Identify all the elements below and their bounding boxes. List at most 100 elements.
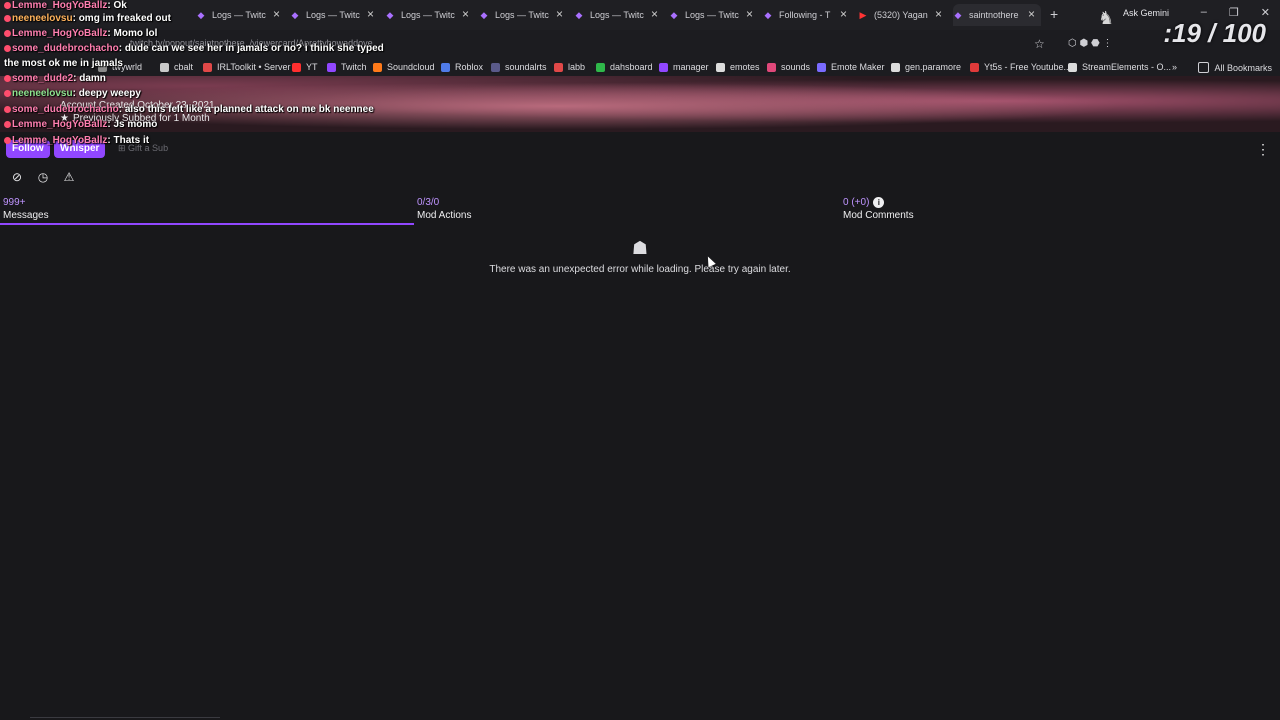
tab-mod-actions[interactable]: 0/3/0 Mod Actions [417,197,471,221]
tab-1[interactable]: ◆ Logs — Twitc × [290,4,380,26]
bookmark-item[interactable]: IRLToolkit • Server [203,62,291,72]
chat-text: Thats it [113,135,150,146]
twitch-icon: ◆ [764,10,772,20]
messages-label: Messages [3,210,49,221]
bookmark-item[interactable]: labb [554,62,585,72]
bookmark-star-icon[interactable]: ☆ [1034,37,1045,51]
tab-close-icon[interactable]: × [462,7,469,21]
chat-username: Lemme_HogYoBallz [12,28,108,39]
tab-label: Logs — Twitc [685,10,739,20]
tab-close-icon[interactable]: × [935,7,942,21]
tab-2[interactable]: ◆ Logs — Twitc × [385,4,475,26]
bookmark-item[interactable]: gen.paramore [891,62,961,72]
bookmark-label: dahsboard [610,62,653,72]
chat-message: Lemme_HogYoBallz: Js momo [4,119,157,130]
ask-gemini-button[interactable]: Ask Gemini [1123,8,1169,18]
error-message: There was an unexpected error while load… [489,264,791,275]
chat-text: dude can we see her in jamals or no? i t… [124,43,384,54]
new-tab-button[interactable]: + [1050,6,1058,22]
bookmark-favicon-icon [441,62,450,72]
bookmark-favicon-icon [160,62,169,72]
tab-messages[interactable]: 999+ Messages [3,197,49,221]
tab-close-icon[interactable]: × [651,7,658,21]
bookmark-item[interactable]: dahsboard [596,62,653,72]
bookmark-item[interactable]: Yt5s - Free Youtube... [970,62,1071,72]
chat-message: some_dudebrochacho: dude can we see her … [4,43,384,54]
twitch-icon: ◆ [575,10,583,20]
twitch-icon: ◆ [386,10,394,20]
tab-3[interactable]: ◆ Logs — Twitc × [479,4,569,26]
more-bookmarks-chevron-icon[interactable]: » [1172,62,1177,72]
tab-6[interactable]: ◆ Following - T × [763,4,853,26]
tab-7[interactable]: ▶ (5320) Yagan × [858,4,948,26]
bookmark-item[interactable]: emotes [716,62,760,72]
info-icon[interactable]: i [873,197,885,208]
bookmark-item[interactable]: sounds [767,62,810,72]
bookmark-label: Emote Maker [831,62,885,72]
bookmark-item[interactable]: cbalt [160,62,193,72]
browser-tab-strip: ◆ Logs — Twitc × ◆ Logs — Twitc × ◆ Logs — Twit… [0,0,1280,30]
extensions-icon[interactable]: ⬡ ⬢ ⬣ ⋮ [1068,38,1113,49]
tab-0[interactable]: ◆ Logs — Twitc × [196,4,286,26]
chat-text: Ok [113,0,127,11]
warning-icon[interactable]: ⚠ [62,170,76,184]
tab-5[interactable]: ◆ Logs — Twitc × [669,4,759,26]
tab-label: Logs — Twitc [495,10,549,20]
bookmark-item[interactable]: manager [659,62,709,72]
chat-message: Lemme_HogYoBallz: Momo lol [4,28,157,39]
chat-text: Momo lol [113,28,158,39]
chat-text: deepy weepy [78,88,141,99]
bookmark-favicon-icon [596,62,605,72]
tab-close-icon[interactable]: × [1028,7,1035,21]
chat-badge-icon [4,89,11,97]
tab-mod-comments[interactable]: 0 (+0) i Mod Comments [843,197,914,221]
tab-close-icon[interactable]: × [556,7,563,21]
mod-comments-count: 0 (+0) [843,197,870,209]
bookmark-item[interactable]: soundalrts [491,62,547,72]
tab-8[interactable]: ◆ saintnothere × [953,4,1041,26]
tab-label: Following - T [779,10,831,20]
youtube-icon: ▶ [859,10,867,20]
bookmark-favicon-icon [817,62,826,72]
mod-comments-label: Mod Comments [843,210,914,222]
bookmark-label: Soundcloud [387,62,435,72]
chat-text: the most ok me in jamals [4,58,123,69]
chat-message: neeneelovsu: omg im freaked out [4,13,171,24]
bookmark-label: IRLToolkit • Server [217,62,291,72]
bookmark-label: manager [673,62,709,72]
chat-badge-icon [4,74,11,82]
bookmark-favicon-icon [203,62,212,72]
tab-close-icon[interactable]: × [367,7,374,21]
bookmark-item[interactable]: Twitch [327,62,367,72]
tab-label: (5320) Yagan [874,10,928,20]
chat-message: some_dudebrochacho: also this felt like … [4,104,374,115]
bookmarks-bar: All Bookmarks » twywrld cbalt IRLToolkit •… [0,58,1280,76]
chat-username: some_dude2 [12,73,74,84]
bookmark-favicon-icon [292,62,301,72]
bookmark-item[interactable]: YT [292,62,318,72]
timeout-clock-icon[interactable]: ◷ [36,170,50,184]
chat-username: neeneelovsu [12,13,73,24]
bookmark-item[interactable]: Roblox [441,62,483,72]
mod-actions-label: Mod Actions [417,210,472,221]
chat-username: Lemme_HogYoBallz [12,119,108,130]
ban-icon[interactable]: ⊘ [10,170,24,184]
bookmark-item[interactable]: Emote Maker [817,62,885,72]
twitch-icon: ◆ [291,10,299,20]
tab-close-icon[interactable]: × [273,7,280,21]
bookmark-favicon-icon [767,62,776,72]
chat-badge-icon [4,1,11,9]
twitch-icon: ◆ [670,10,678,20]
bookmark-label: Twitch [341,62,367,72]
tab-4[interactable]: ◆ Logs — Twitc × [574,4,664,26]
tab-close-icon[interactable]: × [746,7,753,21]
bookmark-item[interactable]: Soundcloud [373,62,435,72]
bookmark-item[interactable]: StreamElements - O... [1068,62,1171,72]
chat-text: Js momo [113,119,158,130]
twitch-icon: ◆ [954,10,962,20]
all-bookmarks-label: All Bookmarks [1214,62,1272,73]
tab-close-icon[interactable]: × [840,7,847,21]
chat-username: neeneelovsu [12,88,73,99]
more-options-icon[interactable]: ⋮ [1256,141,1270,158]
all-bookmarks-link[interactable]: All Bookmarks [1198,62,1272,73]
